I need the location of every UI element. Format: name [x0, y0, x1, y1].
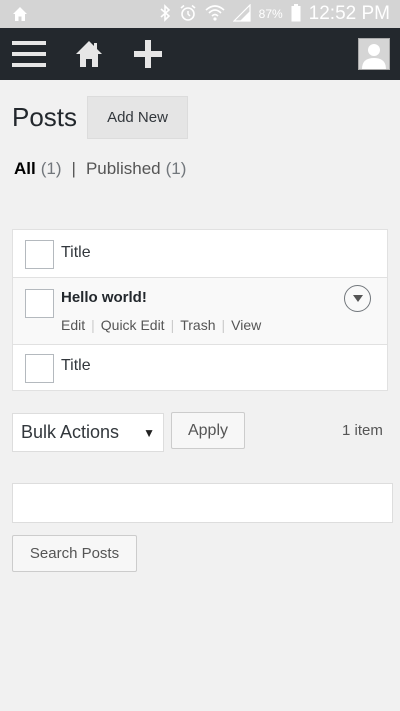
- row-actions: Edit | Quick Edit | Trash | View: [61, 317, 261, 333]
- avatar-icon[interactable]: [358, 38, 390, 70]
- apply-button[interactable]: Apply: [171, 412, 245, 449]
- dropdown-arrow-icon: ▼: [143, 426, 155, 440]
- edit-link[interactable]: Edit: [61, 317, 85, 333]
- search-posts-button[interactable]: Search Posts: [12, 535, 137, 572]
- items-count: 1 item: [342, 422, 383, 439]
- battery-percent: 87%: [258, 7, 283, 21]
- filter-published[interactable]: Published: [86, 159, 161, 179]
- toggle-row-details-icon[interactable]: [344, 285, 371, 312]
- filter-separator: |: [71, 159, 76, 178]
- view-link[interactable]: View: [231, 317, 261, 333]
- post-status-filters: All (1) | Published (1): [14, 159, 186, 179]
- quick-edit-link[interactable]: Quick Edit: [101, 317, 165, 333]
- column-title-header[interactable]: Title: [61, 244, 91, 262]
- action-separator: |: [91, 317, 95, 333]
- clock: 12:52 PM: [308, 3, 390, 24]
- home-icon[interactable]: [72, 28, 106, 80]
- action-separator: |: [170, 317, 175, 333]
- menu-icon[interactable]: [10, 28, 48, 80]
- admin-bar: [0, 28, 400, 80]
- bulk-actions-select[interactable]: Bulk Actions ▼: [12, 413, 164, 452]
- bluetooth-icon: [159, 3, 171, 25]
- posts-table: Title Hello world! Edit | Quick Edit | T…: [12, 229, 388, 391]
- home-icon: [12, 6, 28, 27]
- row-checkbox[interactable]: [25, 289, 54, 318]
- table-header: Title: [13, 230, 387, 278]
- add-new-button[interactable]: Add New: [87, 96, 188, 139]
- post-title-link[interactable]: Hello world!: [61, 289, 147, 306]
- filter-published-count: (1): [165, 159, 187, 178]
- page-title: Posts: [12, 102, 78, 132]
- select-all-checkbox[interactable]: [25, 240, 54, 269]
- battery-icon: [291, 3, 301, 25]
- action-separator: |: [221, 317, 226, 333]
- filter-all-count: (1): [40, 159, 62, 178]
- bulk-actions-value: Bulk Actions: [21, 422, 120, 442]
- filter-all[interactable]: All: [14, 159, 36, 179]
- select-all-checkbox-footer[interactable]: [25, 354, 54, 383]
- trash-link[interactable]: Trash: [180, 317, 215, 333]
- signal-icon: [232, 3, 251, 25]
- alarm-icon: [179, 4, 197, 25]
- plus-icon[interactable]: [130, 28, 166, 80]
- table-row: Hello world! Edit | Quick Edit | Trash |…: [13, 278, 387, 345]
- status-bar: 87% 12:52 PM: [0, 0, 400, 28]
- wifi-icon: [205, 4, 225, 25]
- table-footer: Title: [13, 345, 387, 391]
- column-title-footer[interactable]: Title: [61, 357, 91, 375]
- search-input[interactable]: [12, 483, 393, 523]
